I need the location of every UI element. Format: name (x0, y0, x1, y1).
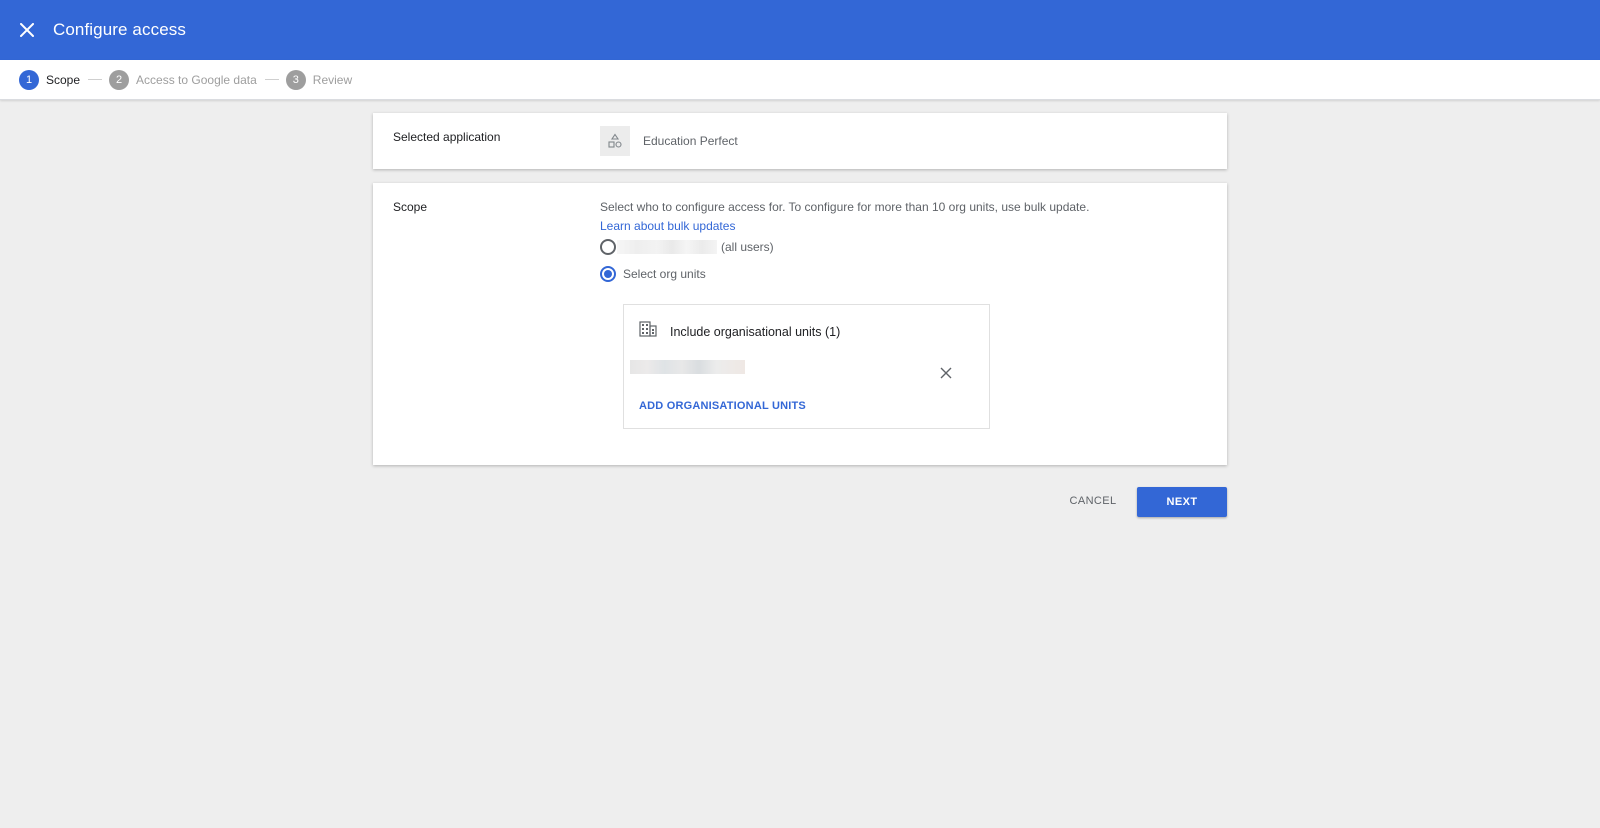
redacted-org-unit (630, 360, 745, 374)
selected-application-card: Selected application Education Perfect (373, 113, 1227, 169)
scope-card: Scope Select who to configure access for… (373, 183, 1227, 465)
step-divider (264, 79, 279, 80)
cancel-button[interactable]: CANCEL (1063, 488, 1123, 514)
org-units-panel: Include organisational units (1) ADD ORG… (623, 304, 990, 429)
radio-button[interactable] (600, 266, 616, 282)
learn-bulk-updates-link[interactable]: Learn about bulk updates (600, 219, 735, 233)
step-label: Review (312, 72, 353, 87)
step-label: Scope (46, 72, 81, 87)
radio-label: (all users) (721, 240, 774, 254)
header-bar: Configure access (0, 0, 1600, 60)
shapes-icon (600, 126, 630, 156)
radio-label: Select org units (623, 267, 706, 281)
stepper: 1 Scope 2 Access to Google data 3 Review (0, 60, 1600, 100)
radio-select-org-units[interactable]: Select org units (600, 266, 706, 282)
page-title: Configure access (53, 20, 186, 39)
add-org-units-button[interactable]: ADD ORGANISATIONAL UNITS (639, 400, 806, 412)
building-icon (639, 321, 657, 342)
scope-description: Select who to configure access for. To c… (600, 200, 1090, 214)
radio-all-users[interactable]: (all users) (600, 239, 774, 255)
step-label: Access to Google data (136, 72, 257, 87)
close-icon[interactable] (938, 365, 954, 381)
close-icon[interactable] (14, 17, 40, 43)
step-number: 3 (285, 69, 306, 90)
selected-application-label: Selected application (393, 130, 501, 144)
org-units-title: Include organisational units (1) (670, 324, 841, 339)
radio-button[interactable] (600, 239, 616, 255)
step-review[interactable]: 3 Review (285, 69, 353, 90)
step-access-to-google-data[interactable]: 2 Access to Google data (109, 69, 257, 90)
step-scope[interactable]: 1 Scope (19, 69, 81, 90)
step-number: 2 (109, 69, 130, 90)
org-units-header: Include organisational units (1) (639, 321, 840, 342)
scope-label: Scope (393, 200, 428, 214)
step-divider (88, 79, 103, 80)
app-name: Education Perfect (643, 134, 738, 148)
redacted-org-name (617, 240, 717, 254)
step-number: 1 (19, 69, 39, 90)
next-button[interactable]: NEXT (1137, 487, 1227, 517)
